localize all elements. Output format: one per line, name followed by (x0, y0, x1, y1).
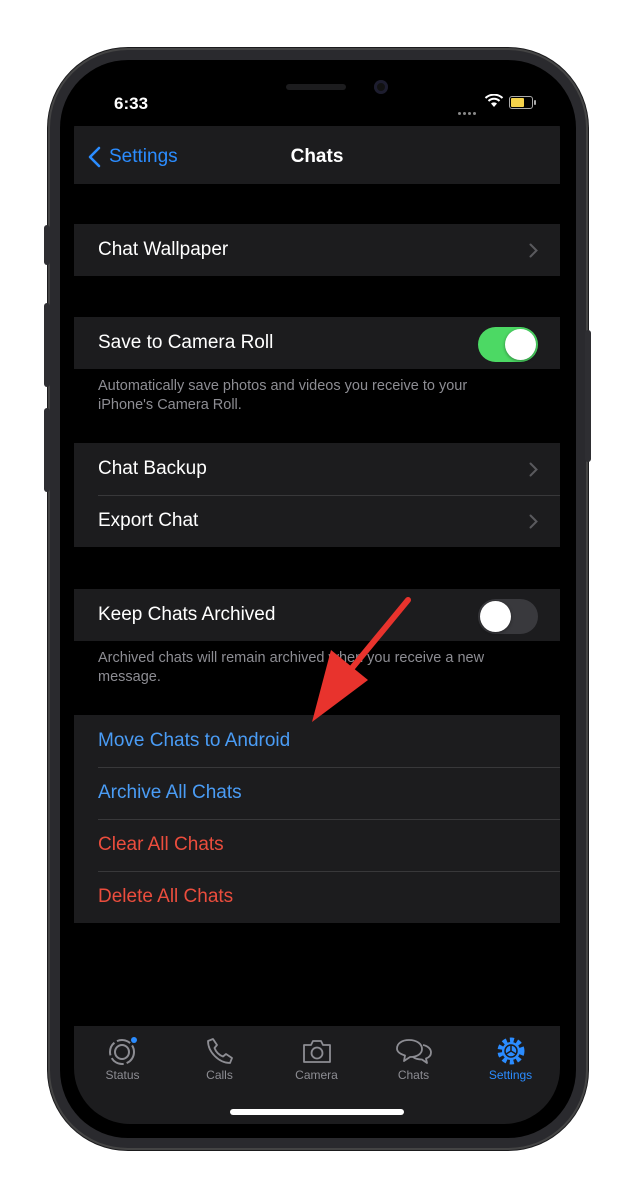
tab-chats-label: Chats (397, 1068, 430, 1082)
export-chat-row[interactable]: Export Chat (74, 495, 560, 547)
back-button-label: Settings (109, 146, 178, 167)
gear-icon (497, 1037, 524, 1065)
tab-camera[interactable]: Camera (268, 1034, 365, 1082)
keep-chats-archived-row: Keep Chats Archived (74, 589, 560, 641)
toggle-knob (480, 601, 511, 632)
actions-group: Move Chats to Android Archive All Chats … (74, 715, 560, 923)
tab-settings-label: Settings (488, 1068, 533, 1082)
archive-all-chats-label: Archive All Chats (98, 782, 242, 803)
chevron-left-icon (88, 146, 101, 168)
tab-status-label: Status (105, 1068, 140, 1082)
status-time: 6:33 (114, 94, 149, 113)
tab-calls-label: Calls (206, 1068, 233, 1082)
camera-icon (302, 1040, 331, 1063)
export-chat-label: Export Chat (98, 510, 199, 531)
camera-roll-group: Save to Camera Roll (74, 317, 560, 369)
battery-icon (509, 96, 533, 109)
tab-status[interactable]: Status (74, 1034, 171, 1082)
mute-switch (44, 225, 50, 265)
toggle-knob (505, 329, 536, 360)
chats-icon (395, 1039, 432, 1064)
phone-icon (206, 1038, 233, 1064)
notch (188, 74, 450, 112)
chat-backup-row[interactable]: Chat Backup (74, 443, 560, 495)
wifi-icon (484, 94, 504, 107)
chat-wallpaper-row[interactable]: Chat Wallpaper (74, 224, 560, 276)
phone-screen: 6:33 Settings Chats Chat Wallpaper Save … (74, 74, 560, 1124)
tab-chats[interactable]: Chats (365, 1034, 462, 1082)
chevron-right-icon (529, 243, 538, 258)
power-button (585, 330, 591, 462)
volume-down-button (44, 408, 50, 492)
tab-settings[interactable]: Settings (462, 1034, 559, 1082)
archived-footer: Archived chats will remain archived when… (98, 650, 485, 685)
save-to-camera-roll-row: Save to Camera Roll (74, 317, 560, 369)
save-to-camera-roll-toggle[interactable] (478, 327, 538, 362)
clear-all-chats-row[interactable]: Clear All Chats (74, 819, 560, 871)
archived-group: Keep Chats Archived (74, 589, 560, 641)
chevron-right-icon (529, 514, 538, 529)
status-icon (108, 1037, 137, 1065)
backup-group: Chat Backup Export Chat (74, 443, 560, 547)
tab-camera-label: Camera (295, 1068, 338, 1082)
earpiece-speaker (286, 84, 346, 90)
keep-chats-archived-label: Keep Chats Archived (98, 604, 276, 625)
navigation-bar: Settings Chats (74, 126, 560, 184)
chat-wallpaper-label: Chat Wallpaper (98, 239, 229, 260)
keep-chats-archived-toggle[interactable] (478, 599, 538, 634)
cellular-signal-icon (458, 102, 478, 120)
volume-up-button (44, 303, 50, 387)
tab-calls[interactable]: Calls (171, 1034, 268, 1082)
front-camera (374, 80, 388, 94)
back-button[interactable]: Settings (88, 146, 178, 168)
chat-backup-label: Chat Backup (98, 458, 207, 479)
archive-all-chats-row[interactable]: Archive All Chats (74, 767, 560, 819)
delete-all-chats-label: Delete All Chats (98, 886, 234, 907)
chevron-right-icon (529, 462, 538, 477)
move-chats-to-android-row[interactable]: Move Chats to Android (74, 715, 560, 767)
camera-roll-footer: Automatically save photos and videos you… (98, 378, 468, 413)
save-to-camera-roll-label: Save to Camera Roll (98, 332, 274, 353)
clear-all-chats-label: Clear All Chats (98, 834, 224, 855)
wallpaper-group: Chat Wallpaper (74, 224, 560, 276)
battery-tip (534, 100, 536, 105)
home-indicator (230, 1109, 404, 1115)
delete-all-chats-row[interactable]: Delete All Chats (74, 871, 560, 923)
move-chats-to-android-label: Move Chats to Android (98, 730, 291, 751)
